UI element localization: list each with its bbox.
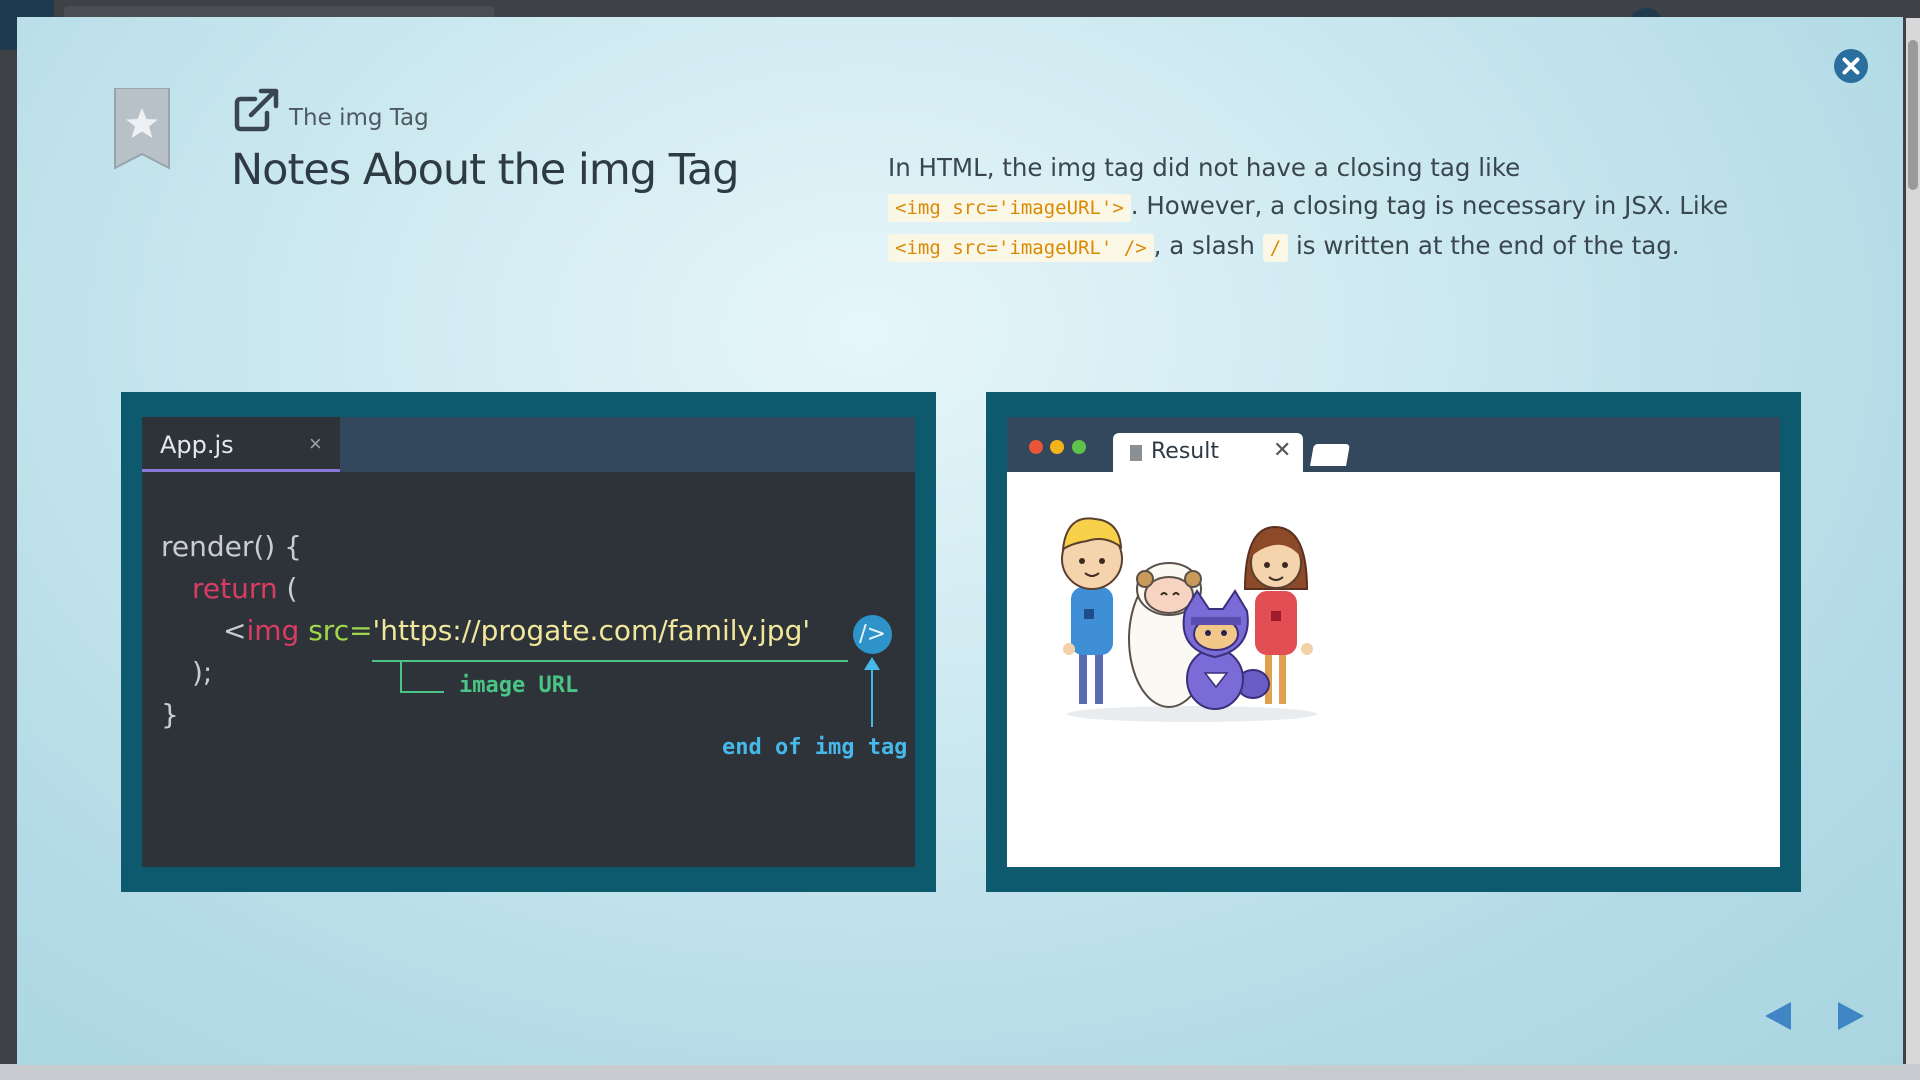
code-attribute: src= bbox=[308, 614, 373, 647]
previous-arrow-icon[interactable] bbox=[1765, 1002, 1791, 1030]
browser-tab-bar: Result ✕ bbox=[1007, 417, 1780, 472]
code-line-5: } bbox=[161, 698, 179, 731]
code-snippet-slash: / bbox=[1262, 234, 1289, 262]
code-snippet: <img src='imageURL' /> bbox=[888, 234, 1154, 262]
slide-description: In HTML, the img tag did not have a clos… bbox=[888, 149, 1868, 267]
family-illustration bbox=[1061, 517, 1317, 722]
end-of-tag-annotation: end of img tag bbox=[722, 735, 908, 760]
description-text: , a slash bbox=[1153, 231, 1255, 260]
editor-tab-underline bbox=[142, 469, 340, 472]
code-keyword: return bbox=[192, 572, 278, 605]
browser-tab-close-icon[interactable]: ✕ bbox=[1273, 437, 1291, 463]
page-scrollbar-thumb[interactable] bbox=[1908, 40, 1918, 190]
code-editor: App.js × render() { return ( <img src='h… bbox=[142, 417, 915, 867]
new-tab-button[interactable] bbox=[1310, 444, 1350, 466]
description-text: . However, a closing tag is necessary in… bbox=[1130, 191, 1729, 220]
code-line-1: render() { bbox=[161, 530, 302, 563]
description-line-1: In HTML, the img tag did not have a clos… bbox=[888, 149, 1868, 187]
window-maximize-dot[interactable] bbox=[1072, 440, 1086, 454]
code-string: 'https://progate.com/family.jpg' bbox=[372, 614, 811, 647]
background-bottom-bar bbox=[0, 1064, 1920, 1080]
bookmark-star-icon[interactable] bbox=[113, 88, 171, 170]
url-annotation-connector bbox=[400, 662, 444, 693]
document-icon bbox=[1130, 445, 1142, 461]
slide-modal: The img Tag Notes About the img Tag In H… bbox=[17, 17, 1903, 1065]
description-line-3: <img src='imageURL' />, a slash / is wri… bbox=[888, 227, 1868, 267]
external-link-icon[interactable] bbox=[233, 87, 281, 133]
browser-window: Result ✕ bbox=[1007, 417, 1780, 867]
code-line-4: ); bbox=[192, 656, 212, 689]
code-token: ); bbox=[192, 656, 213, 689]
editor-tab-app-js[interactable]: App.js × bbox=[142, 417, 340, 472]
editor-tab-close-icon[interactable]: × bbox=[309, 431, 322, 457]
description-text: In HTML, the img tag did not have a clos… bbox=[888, 153, 1521, 182]
result-panel: Result ✕ bbox=[986, 392, 1801, 892]
code-tag: img bbox=[246, 614, 300, 647]
slide-subtitle: The img Tag bbox=[289, 105, 429, 131]
browser-tab-label: Result bbox=[1151, 439, 1219, 464]
description-line-2: <img src='imageURL'>. However, a closing… bbox=[888, 187, 1868, 227]
description-text: is written at the end of the tag. bbox=[1295, 231, 1680, 260]
editor-tab-bar: App.js × bbox=[142, 417, 915, 472]
window-close-dot[interactable] bbox=[1029, 440, 1043, 454]
image-url-annotation: image URL bbox=[459, 673, 579, 698]
window-minimize-dot[interactable] bbox=[1050, 440, 1064, 454]
boy-figure bbox=[1061, 517, 1123, 704]
browser-tab-result[interactable]: Result ✕ bbox=[1113, 433, 1303, 472]
code-snippet: <img src='imageURL'> bbox=[888, 194, 1131, 222]
editor-tab-label: App.js bbox=[160, 431, 234, 459]
code-token: render() { bbox=[161, 530, 302, 563]
slide-title: Notes About the img Tag bbox=[231, 145, 739, 195]
code-line-3: <img src='https://progate.com/family.jpg… bbox=[223, 614, 810, 647]
code-panel: App.js × render() { return ( <img src='h… bbox=[121, 392, 936, 892]
code-token: } bbox=[161, 698, 179, 731]
arrow-line bbox=[871, 667, 873, 727]
close-icon[interactable] bbox=[1833, 48, 1869, 84]
code-token: < bbox=[223, 614, 247, 647]
code-token: ( bbox=[286, 572, 298, 605]
slash-badge: /> bbox=[853, 615, 892, 654]
code-line-2: return ( bbox=[192, 572, 297, 605]
next-arrow-icon[interactable] bbox=[1838, 1002, 1864, 1030]
